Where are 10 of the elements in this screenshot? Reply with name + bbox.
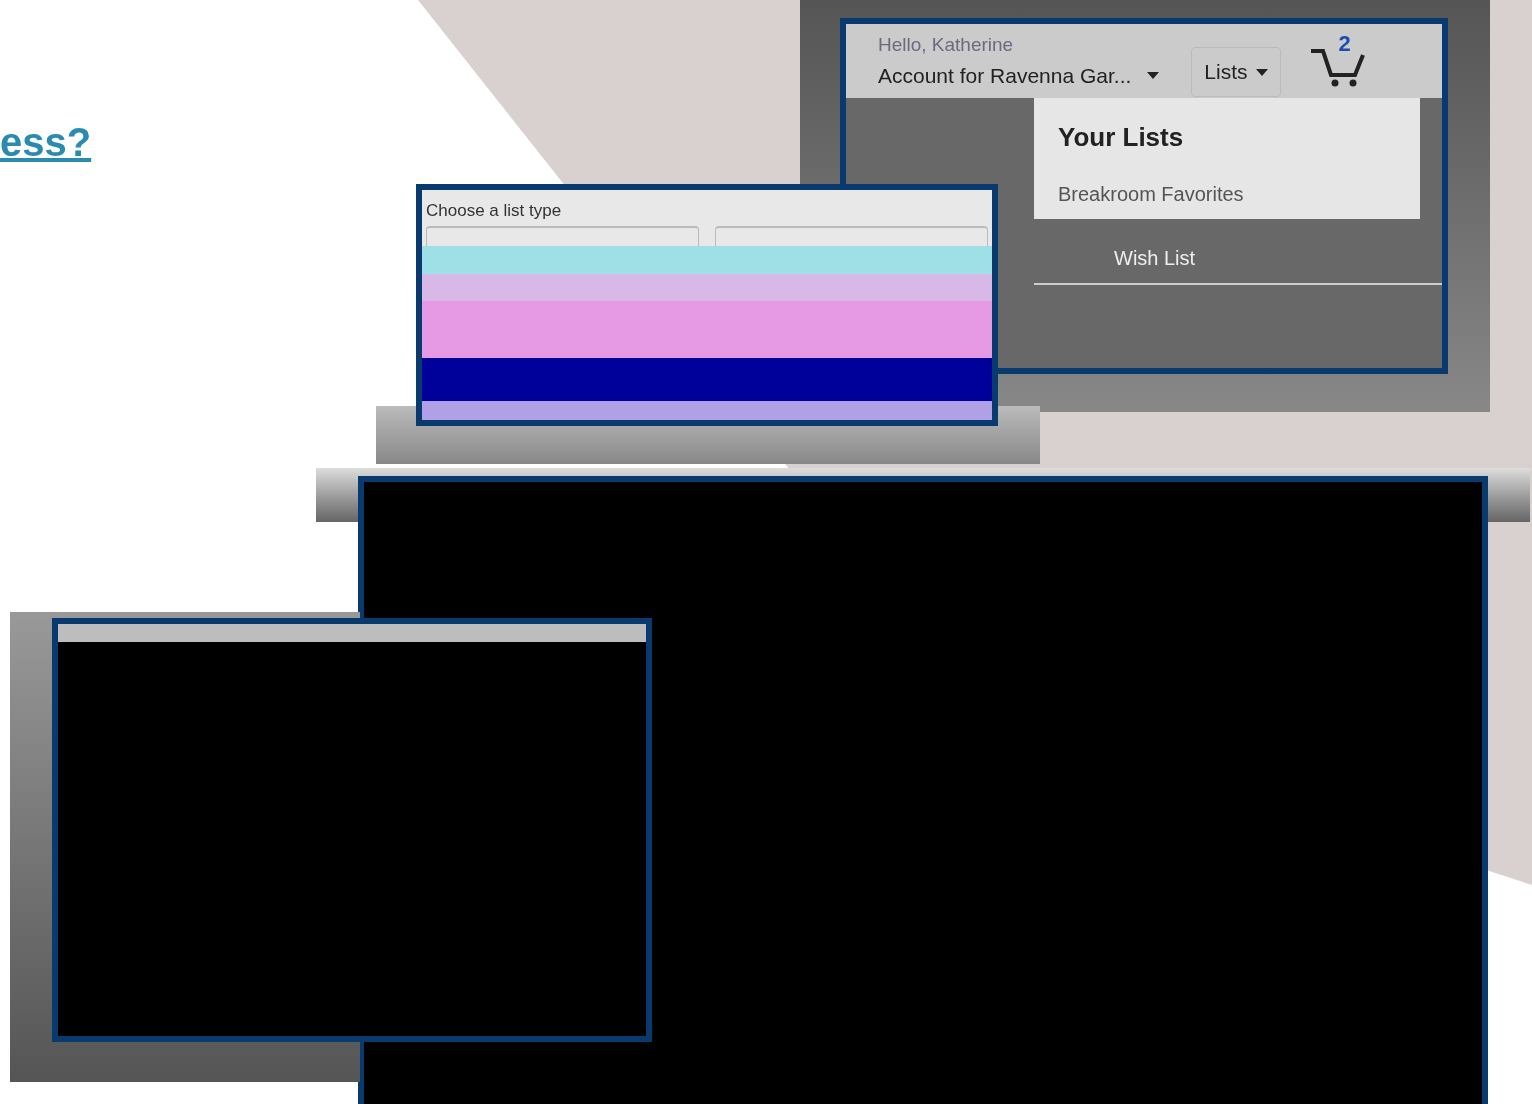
- greeting-text: Hello, Katherine: [878, 33, 1015, 57]
- caret-icon: [1255, 68, 1268, 76]
- lists-button[interactable]: Lists: [1191, 47, 1281, 97]
- list-menu-item[interactable]: Wish List: [1034, 233, 1442, 285]
- menu-title: Your Lists: [1058, 121, 1185, 154]
- account-dropdown[interactable]: Account for Ravenna Gar...: [878, 59, 1160, 91]
- caret-icon: [1147, 71, 1160, 79]
- dialog-title: Choose a list type: [425, 200, 563, 222]
- cart-count: 2: [1338, 30, 1351, 58]
- heading-link[interactable]: ess?: [0, 112, 92, 172]
